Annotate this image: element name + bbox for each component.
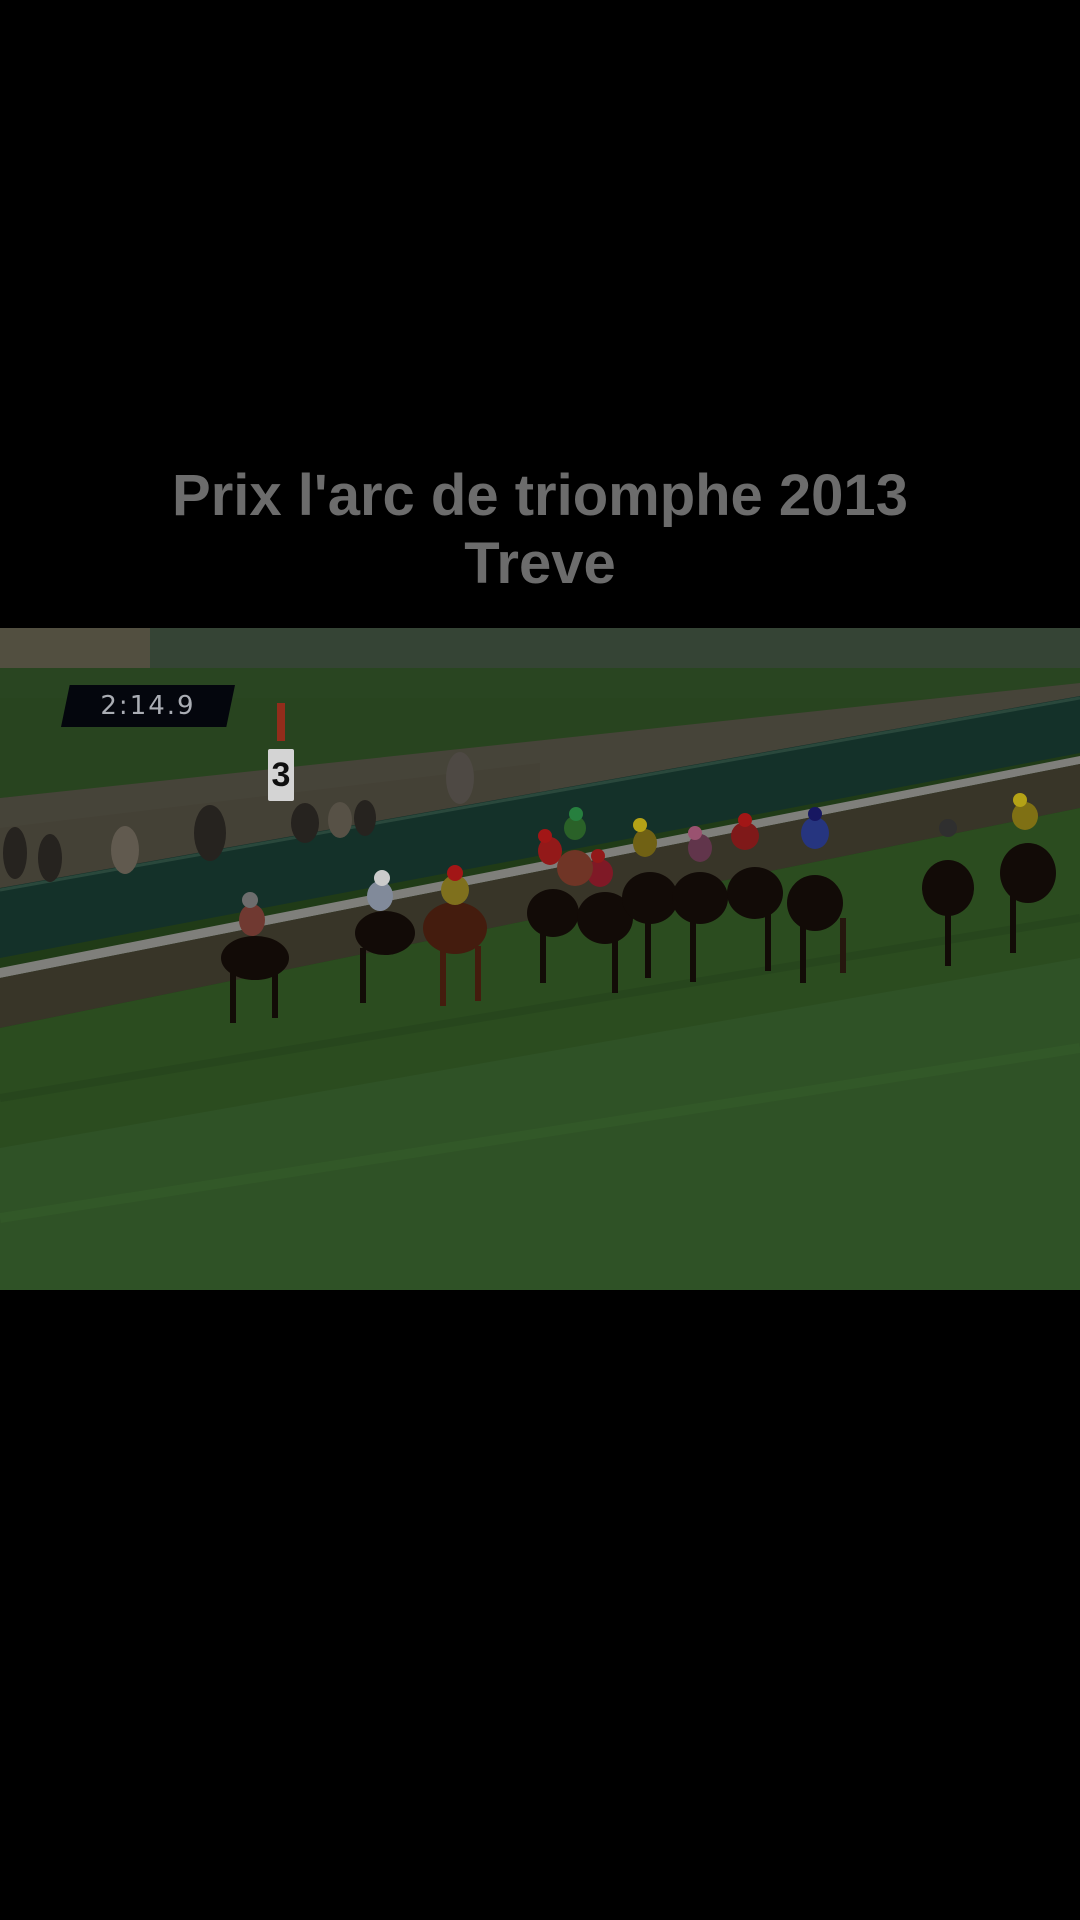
race-scene <box>0 628 1080 1290</box>
race-video-frame[interactable] <box>0 628 1080 1290</box>
race-timer: 2:14.9 <box>61 685 235 727</box>
video-caption: Prix l'arc de triomphe 2013 Treve <box>0 462 1080 598</box>
screen: Prix l'arc de triomphe 2013 Treve 2:14.9… <box>0 0 1080 1920</box>
caption-subtitle: Treve <box>464 531 616 596</box>
caption-title: Prix l'arc de triomphe 2013 <box>172 463 908 528</box>
furlong-marker: 3 <box>268 749 294 801</box>
